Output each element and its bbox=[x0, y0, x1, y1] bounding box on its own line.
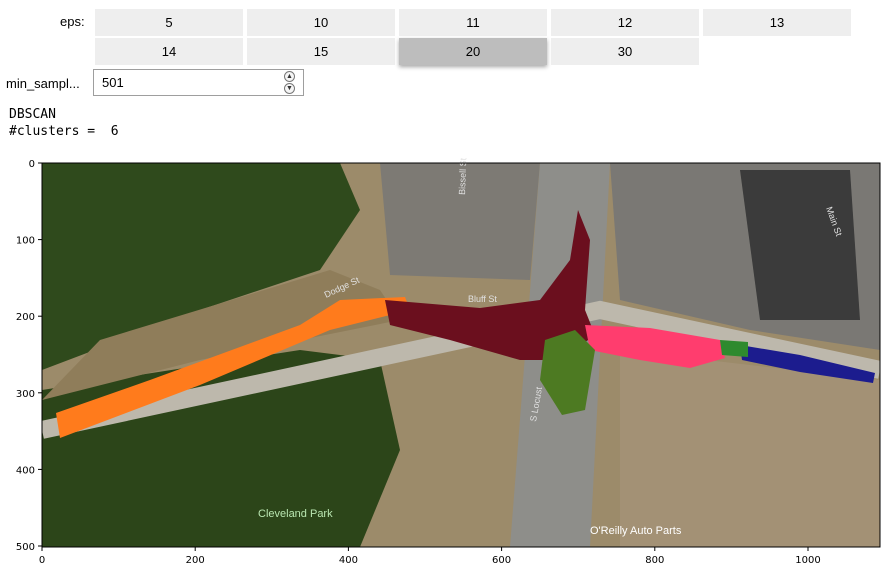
decrement-arrow-icon[interactable]: ▼ bbox=[284, 83, 295, 94]
y-tick-label: 300 bbox=[16, 389, 35, 400]
y-tick-label: 500 bbox=[16, 542, 35, 553]
eps-option-10[interactable]: 10 bbox=[247, 9, 395, 36]
cluster-5-points bbox=[720, 340, 748, 357]
min-samples-input[interactable]: 501 ▲ ▼ bbox=[93, 69, 304, 96]
y-tick-label: 0 bbox=[29, 159, 35, 170]
x-tick-label: 0 bbox=[39, 555, 45, 566]
eps-label: eps: bbox=[60, 14, 85, 29]
y-tick-label: 400 bbox=[16, 465, 35, 476]
x-tick-label: 400 bbox=[339, 555, 358, 566]
y-tick-label: 200 bbox=[16, 312, 35, 323]
x-axis: 0 200 400 600 800 1000 bbox=[39, 547, 821, 566]
eps-option-11[interactable]: 11 bbox=[399, 9, 547, 36]
eps-option-20[interactable]: 20 bbox=[399, 38, 547, 65]
min-samples-label: min_sampl... bbox=[6, 76, 80, 91]
output-text: DBSCAN #clusters = 6 bbox=[9, 106, 119, 140]
eps-option-15[interactable]: 15 bbox=[247, 38, 395, 65]
eps-option-12[interactable]: 12 bbox=[551, 9, 699, 36]
min-samples-value: 501 bbox=[102, 75, 124, 90]
increment-arrow-icon[interactable]: ▲ bbox=[284, 71, 295, 82]
cluster-plot: Cleveland Park O'Reilly Auto Parts Bluff… bbox=[16, 157, 881, 566]
shop-label: O'Reilly Auto Parts bbox=[590, 525, 682, 537]
park-label: Cleveland Park bbox=[258, 508, 333, 520]
cluster-count: #clusters = 6 bbox=[9, 124, 119, 139]
min-samples-spinner: ▲ ▼ bbox=[284, 71, 295, 94]
eps-option-30[interactable]: 30 bbox=[551, 38, 699, 65]
y-axis: 0 100 200 300 400 500 bbox=[16, 159, 42, 553]
x-tick-label: 1000 bbox=[795, 555, 820, 566]
y-tick-label: 100 bbox=[16, 236, 35, 247]
algorithm-name: DBSCAN bbox=[9, 107, 56, 122]
x-tick-label: 800 bbox=[645, 555, 664, 566]
street-bluff-label: Bluff St bbox=[468, 294, 497, 304]
x-tick-label: 200 bbox=[186, 555, 205, 566]
eps-option-14[interactable]: 14 bbox=[95, 38, 243, 65]
eps-option-13[interactable]: 13 bbox=[703, 9, 851, 36]
eps-option-5[interactable]: 5 bbox=[95, 9, 243, 36]
x-tick-label: 600 bbox=[492, 555, 511, 566]
